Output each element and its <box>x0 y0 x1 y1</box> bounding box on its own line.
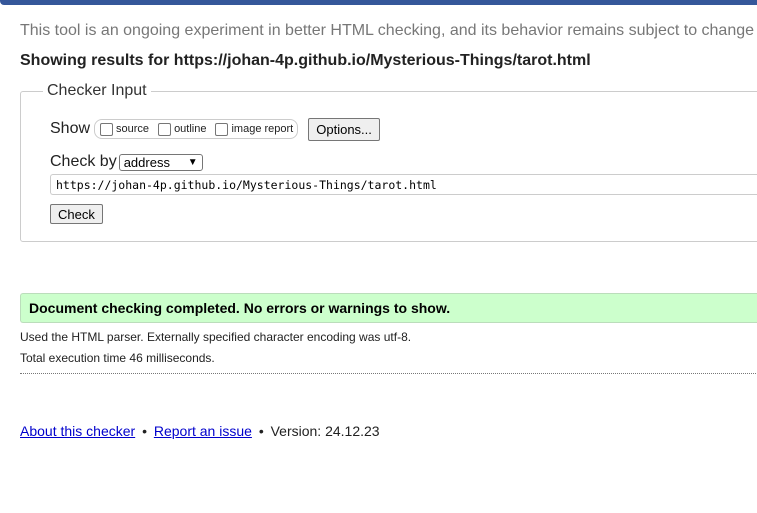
check-button[interactable]: Check <box>50 204 103 224</box>
check-by-label: Check by <box>50 153 117 170</box>
results-url: https://johan-4p.github.io/Mysterious-Th… <box>173 52 591 69</box>
execution-time: Total execution time 46 milliseconds. <box>20 351 215 365</box>
check-by-row: Check by address ▼ <box>50 151 203 173</box>
show-source-option[interactable]: source <box>97 122 150 136</box>
parser-note: Used the HTML parser. Externally specifi… <box>20 330 412 344</box>
image-report-checkbox[interactable] <box>215 122 229 136</box>
report-issue-link[interactable]: Report an issue <box>154 423 252 439</box>
about-checker-link[interactable]: About this checker <box>20 423 135 439</box>
show-outline-option[interactable]: outline <box>155 122 207 136</box>
success-message: Document checking completed. No errors o… <box>20 293 757 323</box>
results-title: Showing results for https://johan-4p.git… <box>20 52 591 70</box>
checker-input-legend: Checker Input <box>47 82 147 99</box>
footer: About this checker • Report an issue • V… <box>20 423 380 439</box>
version-text: Version: 24.12.23 <box>270 423 380 439</box>
image-report-label: image report <box>231 123 294 135</box>
source-checkbox[interactable] <box>100 122 114 136</box>
source-label: source <box>116 123 150 135</box>
chevron-down-icon: ▼ <box>187 156 198 168</box>
show-label: Show <box>50 120 91 137</box>
experiment-banner: This tool is an ongoing experiment in be… <box>20 22 755 39</box>
check-by-selected-value: address <box>123 154 170 170</box>
footer-bullet-2: • <box>258 423 264 439</box>
options-button[interactable]: Options... <box>308 117 380 141</box>
show-options-group: source outline image report <box>94 119 299 139</box>
outline-checkbox[interactable] <box>158 122 172 136</box>
results-prefix: Showing results for <box>20 52 174 69</box>
check-by-select[interactable]: address ▼ <box>118 153 203 171</box>
checker-page: This tool is an ongoing experiment in be… <box>0 0 757 513</box>
footer-bullet-1: • <box>142 423 147 439</box>
outline-label: outline <box>174 123 207 135</box>
show-row: Show source outline image report Options… <box>50 117 380 141</box>
url-input[interactable]: https://johan-4p.github.io/Mysterious-Th… <box>50 174 757 195</box>
show-image-report-option[interactable]: image report <box>212 122 294 136</box>
divider <box>20 373 757 374</box>
top-bar <box>0 0 757 5</box>
